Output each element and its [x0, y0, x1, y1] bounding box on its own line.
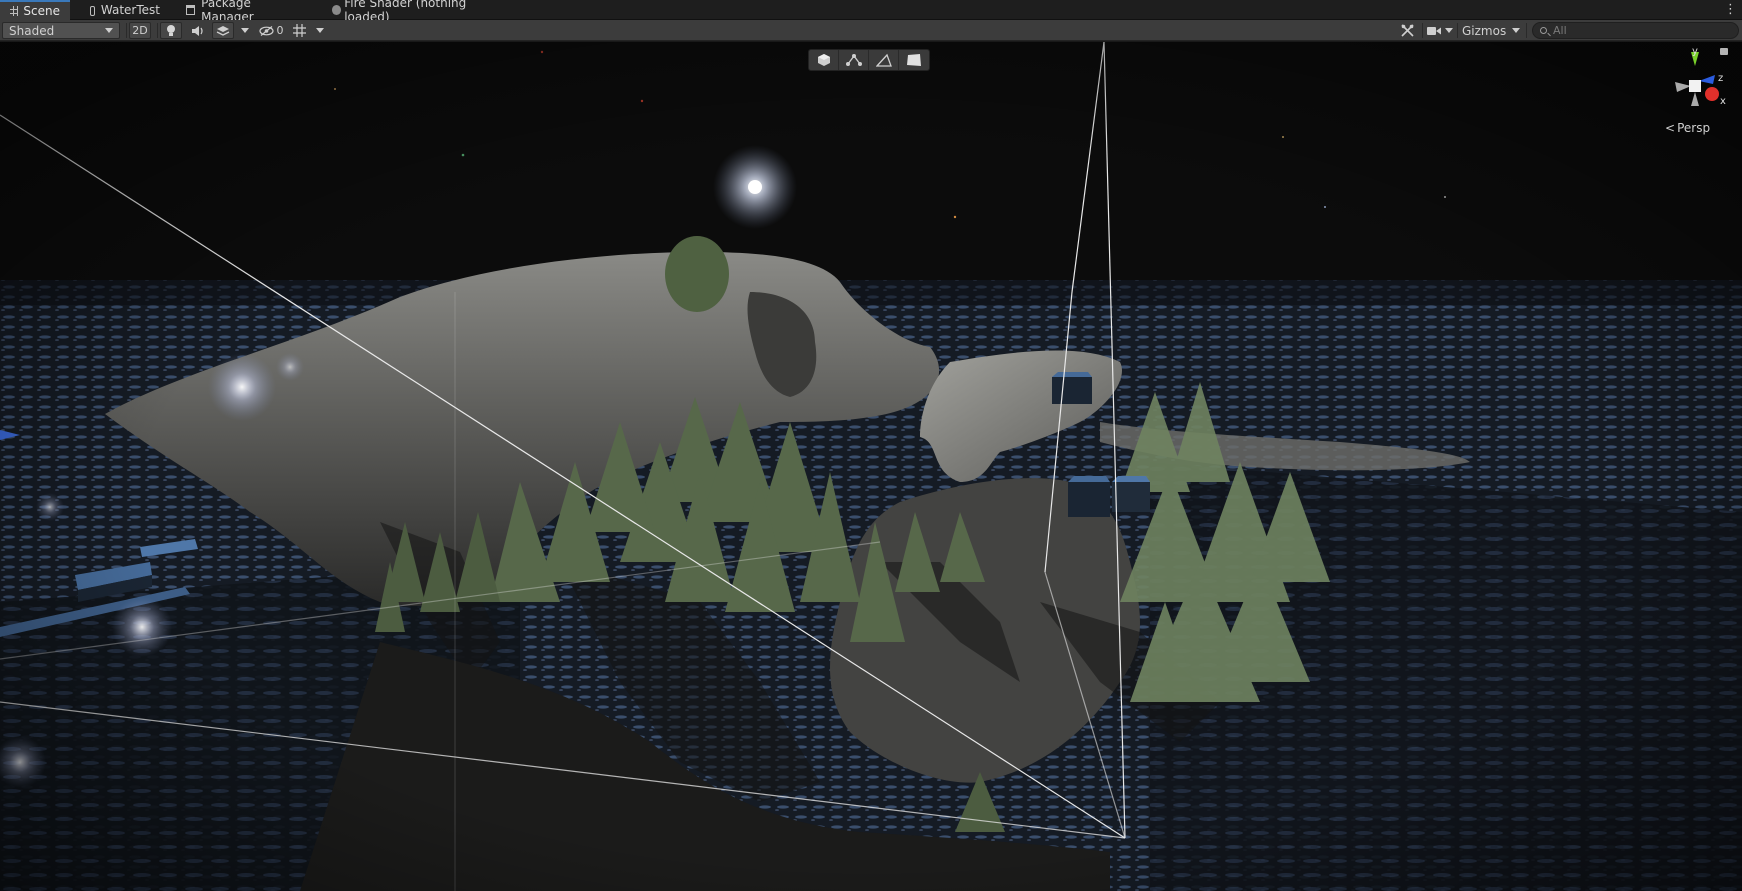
grid-icon	[10, 6, 18, 16]
chevron-down-icon	[316, 28, 324, 33]
neg-y-axis-cone[interactable]	[1691, 92, 1699, 106]
eye-hidden-icon	[258, 25, 274, 36]
scene-viewport[interactable]: y z x < Persp	[0, 42, 1742, 891]
divider	[157, 23, 158, 38]
divider	[1457, 23, 1458, 38]
triangle-edit-icon	[875, 53, 892, 67]
z-axis-cone[interactable]	[1699, 75, 1715, 84]
divider	[1526, 23, 1527, 38]
tools-settings-button[interactable]	[1396, 22, 1418, 39]
gizmo-center-cube[interactable]	[1689, 80, 1701, 92]
scene-render[interactable]	[0, 42, 1742, 891]
z-axis-label: z	[1718, 73, 1723, 84]
divider	[126, 23, 127, 38]
polygon-tool-button[interactable]	[869, 50, 899, 70]
neg-x-axis-cone[interactable]	[1675, 82, 1691, 92]
lock-icon[interactable]	[1720, 48, 1728, 55]
x-axis-label: x	[1720, 96, 1726, 107]
face-tool-button[interactable]	[899, 50, 929, 70]
effects-toggle-button[interactable]	[212, 22, 234, 39]
chevron-down-icon	[1445, 28, 1453, 33]
tab-fire-shader[interactable]: Fire Shader (nothing loaded)	[322, 0, 512, 24]
orientation-gizmo[interactable]: y z x	[1655, 48, 1735, 118]
toggle-2d-label: 2D	[132, 24, 148, 37]
audio-toggle-button[interactable]	[186, 22, 208, 39]
projection-toggle[interactable]: < Persp	[1665, 121, 1710, 135]
chevron-down-icon	[105, 28, 113, 33]
window-tab-strip: Scene WaterTest Package Manager Fire Sha…	[0, 0, 1742, 24]
grid-toggle-button[interactable]	[291, 22, 309, 39]
cube-icon	[817, 54, 830, 66]
gamepad-icon	[90, 5, 95, 16]
grid-dropdown[interactable]	[313, 22, 327, 39]
draw-mode-value: Shaded	[9, 23, 55, 38]
tab-package-manager[interactable]: Package Manager	[176, 0, 306, 24]
cube-tool-button[interactable]	[809, 50, 839, 70]
package-icon	[186, 5, 196, 15]
face-select-icon	[907, 54, 921, 66]
more-options-icon[interactable]: ⋮	[1724, 3, 1737, 17]
gizmos-label: Gizmos	[1462, 23, 1507, 38]
chevron-down-icon	[241, 28, 249, 33]
y-axis-label: y	[1692, 48, 1698, 57]
chevron-down-icon	[1512, 28, 1521, 33]
tab-label: Scene	[23, 4, 60, 18]
tab-watertest[interactable]: WaterTest	[80, 0, 170, 20]
camera-settings-dropdown[interactable]	[1425, 22, 1455, 39]
effects-dropdown[interactable]	[238, 22, 252, 39]
lightbulb-icon	[167, 25, 175, 36]
toggle-2d-button[interactable]: 2D	[129, 22, 151, 39]
search-icon	[1540, 27, 1547, 34]
hidden-count: 0	[276, 24, 284, 37]
path-nodes-icon	[845, 54, 862, 66]
tab-label: WaterTest	[100, 3, 160, 17]
search-placeholder: All	[1553, 24, 1567, 37]
scene-view-overlay-toolbar	[808, 49, 930, 71]
scene-visibility-toggle[interactable]: 0	[256, 22, 286, 39]
tab-scene[interactable]: Scene	[0, 0, 70, 20]
crossed-tools-icon	[1400, 24, 1414, 37]
speaker-icon	[191, 25, 203, 36]
projection-label: Persp	[1677, 121, 1711, 135]
dot-icon	[332, 5, 342, 15]
scene-toolbar: Shaded 2D 0 Gizmos All	[0, 20, 1742, 41]
perspective-icon: <	[1665, 121, 1676, 135]
x-axis-cone[interactable]	[1705, 87, 1719, 101]
divider	[1422, 23, 1423, 38]
video-camera-icon	[1427, 26, 1441, 35]
hierarchy-search-input[interactable]: All	[1532, 22, 1739, 39]
grid-snap-icon	[293, 24, 306, 37]
lighting-toggle-button[interactable]	[160, 22, 182, 39]
path-tool-button[interactable]	[839, 50, 869, 70]
gizmos-dropdown[interactable]: Gizmos	[1460, 22, 1522, 39]
effects-layers-icon	[216, 25, 230, 36]
draw-mode-dropdown[interactable]: Shaded	[2, 22, 120, 39]
